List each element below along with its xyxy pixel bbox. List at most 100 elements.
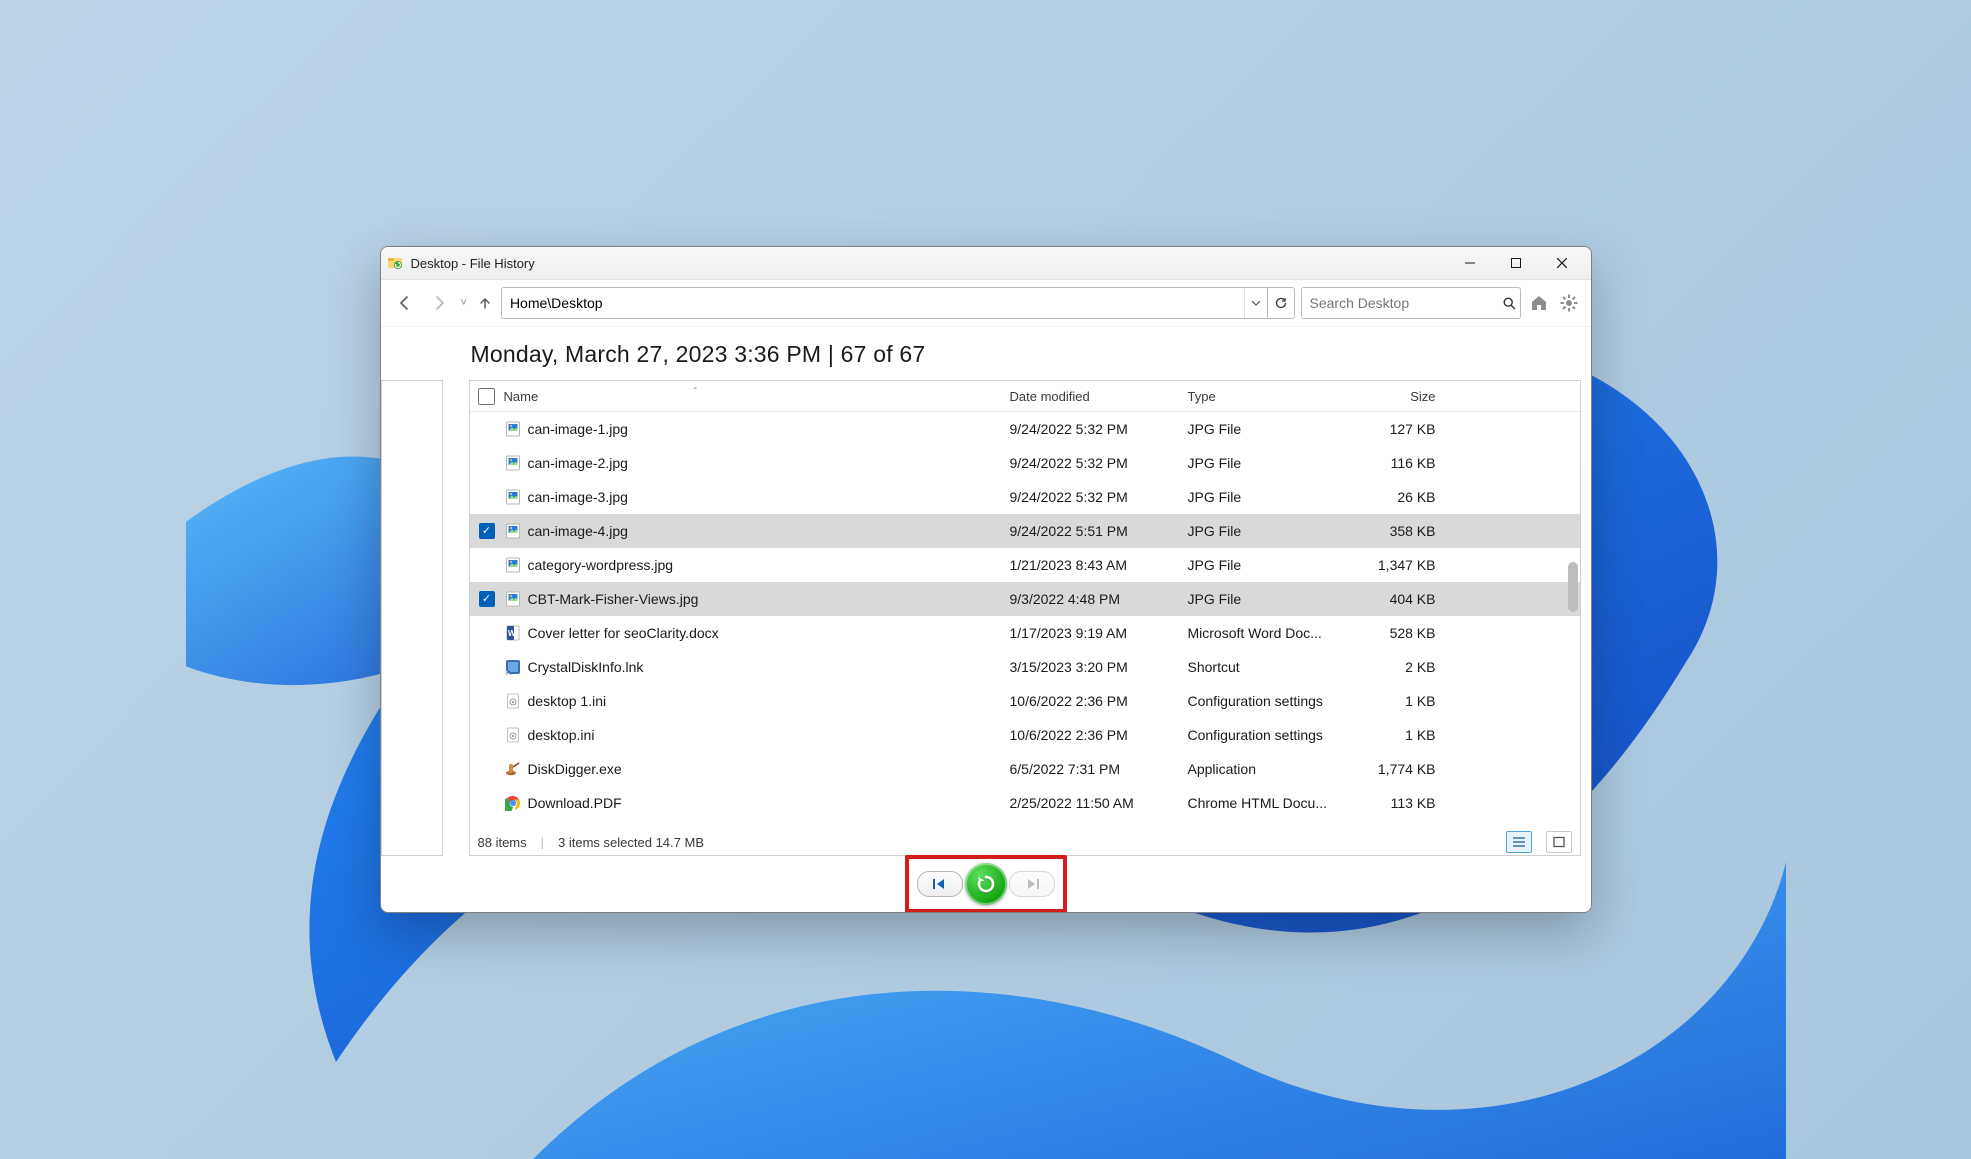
maximize-button[interactable] xyxy=(1493,247,1539,279)
file-size: 113 KB xyxy=(1336,795,1450,811)
file-row[interactable]: W Cover letter for seoClarity.docx 1/17/20… xyxy=(470,616,1580,650)
status-bar: 88 items | 3 items selected 14.7 MB xyxy=(470,829,1580,855)
title-bar[interactable]: Desktop - File History xyxy=(381,247,1591,280)
gear-icon[interactable] xyxy=(1557,291,1581,315)
refresh-button[interactable] xyxy=(1267,288,1294,318)
file-name: CBT-Mark-Fisher-Views.jpg xyxy=(528,591,699,607)
file-size: 404 KB xyxy=(1336,591,1450,607)
home-icon[interactable] xyxy=(1527,291,1551,315)
file-size: 2 KB xyxy=(1336,659,1450,675)
column-type[interactable]: Type xyxy=(1188,389,1336,404)
file-type-icon xyxy=(504,454,522,472)
file-name: Download.PDF xyxy=(528,795,622,811)
file-type: Microsoft Word Doc... xyxy=(1188,625,1336,641)
file-date: 3/15/2023 3:20 PM xyxy=(1010,659,1188,675)
status-item-count: 88 items xyxy=(478,835,527,850)
file-type: JPG File xyxy=(1188,421,1336,437)
row-checkbox[interactable] xyxy=(479,591,495,607)
column-name[interactable]: Nameˆ xyxy=(504,389,1010,404)
snapshot-timestamp: Monday, March 27, 2023 3:36 PM xyxy=(471,341,822,367)
search-icon[interactable] xyxy=(1499,297,1520,310)
file-date: 1/21/2023 8:43 AM xyxy=(1010,557,1188,573)
search-input[interactable] xyxy=(1302,288,1499,318)
file-type-icon xyxy=(504,590,522,608)
file-type: Configuration settings xyxy=(1188,727,1336,743)
details-view-button[interactable] xyxy=(1506,831,1532,853)
file-row[interactable]: desktop 1.ini 10/6/2022 2:36 PMConfigurat… xyxy=(470,684,1580,718)
column-size[interactable]: Size xyxy=(1336,389,1450,404)
file-name: DiskDigger.exe xyxy=(528,761,622,777)
file-date: 10/6/2022 2:36 PM xyxy=(1010,693,1188,709)
row-checkbox[interactable] xyxy=(479,523,495,539)
file-date: 2/25/2022 11:50 AM xyxy=(1010,795,1188,811)
file-size: 127 KB xyxy=(1336,421,1450,437)
file-row[interactable]: can-image-2.jpg9/24/2022 5:32 PMJPG File… xyxy=(470,446,1580,480)
file-size: 1,774 KB xyxy=(1336,761,1450,777)
file-type: JPG File xyxy=(1188,591,1336,607)
file-rows: can-image-1.jpg9/24/2022 5:32 PMJPG File… xyxy=(470,412,1580,829)
recent-locations-icon[interactable]: ˅ xyxy=(461,297,467,309)
file-row[interactable]: can-image-3.jpg9/24/2022 5:32 PMJPG File… xyxy=(470,480,1580,514)
file-name: can-image-4.jpg xyxy=(528,523,628,539)
file-row[interactable]: CBT-Mark-Fisher-Views.jpg9/3/2022 4:48 P… xyxy=(470,582,1580,616)
file-size: 528 KB xyxy=(1336,625,1450,641)
file-type-icon xyxy=(504,522,522,540)
select-all-checkbox[interactable] xyxy=(478,388,495,405)
navigation-toolbar: ˅ xyxy=(381,280,1591,327)
address-dropdown-icon[interactable] xyxy=(1244,288,1267,318)
up-button[interactable] xyxy=(475,289,495,317)
file-type-icon xyxy=(504,420,522,438)
file-row[interactable]: can-image-4.jpg9/24/2022 5:51 PMJPG File… xyxy=(470,514,1580,548)
file-type-icon xyxy=(504,556,522,574)
navigation-pane[interactable] xyxy=(381,380,443,856)
large-icons-view-button[interactable] xyxy=(1546,831,1572,853)
file-type: JPG File xyxy=(1188,455,1336,471)
file-type-icon xyxy=(504,726,522,744)
file-name: category-wordpress.jpg xyxy=(528,557,674,573)
file-size: 116 KB xyxy=(1336,455,1450,471)
previous-version-button[interactable] xyxy=(917,871,963,897)
file-type-icon xyxy=(504,760,522,778)
file-date: 9/24/2022 5:32 PM xyxy=(1010,489,1188,505)
file-row[interactable]: DiskDigger.exe6/5/2022 7:31 PMApplicatio… xyxy=(470,752,1580,786)
file-type-icon xyxy=(504,488,522,506)
file-size: 1 KB xyxy=(1336,727,1450,743)
file-date: 9/24/2022 5:32 PM xyxy=(1010,455,1188,471)
file-history-window: Desktop - File History ˅ Monday, March 2… xyxy=(380,246,1592,913)
address-input[interactable] xyxy=(502,288,1244,318)
file-row[interactable]: desktop.ini10/6/2022 2:36 PMConfiguratio… xyxy=(470,718,1580,752)
file-type-icon xyxy=(504,658,522,676)
restore-controls-callout xyxy=(905,855,1067,913)
window-title: Desktop - File History xyxy=(411,256,535,271)
file-row[interactable]: CrystalDiskInfo.lnk3/15/2023 3:20 PMShor… xyxy=(470,650,1580,684)
restore-button[interactable] xyxy=(965,863,1007,905)
file-type-icon: W xyxy=(504,624,522,642)
file-date: 10/6/2022 2:36 PM xyxy=(1010,727,1188,743)
file-row[interactable]: Download.PDF2/25/2022 11:50 AMChrome HTM… xyxy=(470,786,1580,820)
address-bar[interactable] xyxy=(501,287,1295,319)
column-date[interactable]: Date modified xyxy=(1010,389,1188,404)
file-type-icon xyxy=(504,692,522,710)
file-date: 9/24/2022 5:32 PM xyxy=(1010,421,1188,437)
file-row[interactable]: category-wordpress.jpg1/21/2023 8:43 AMJ… xyxy=(470,548,1580,582)
file-row[interactable]: can-image-1.jpg 9/24/2022 5:32 PMJPG File… xyxy=(470,412,1580,446)
column-headers[interactable]: Nameˆ Date modified Type Size xyxy=(470,381,1580,412)
bottom-controls xyxy=(381,856,1591,912)
close-button[interactable] xyxy=(1539,247,1585,279)
file-date: 6/5/2022 7:31 PM xyxy=(1010,761,1188,777)
back-button[interactable] xyxy=(391,289,419,317)
heading-separator: | xyxy=(821,341,840,367)
next-version-button[interactable] xyxy=(1009,871,1055,897)
file-name: Cover letter for seoClarity.docx xyxy=(528,625,719,641)
scrollbar-thumb[interactable] xyxy=(1568,562,1578,612)
file-name: desktop 1.ini xyxy=(528,693,607,709)
file-name: can-image-1.jpg xyxy=(528,421,628,437)
minimize-button[interactable] xyxy=(1447,247,1493,279)
file-date: 1/17/2023 9:19 AM xyxy=(1010,625,1188,641)
snapshot-heading: Monday, March 27, 2023 3:36 PM | 67 of 6… xyxy=(381,327,1591,380)
file-size: 26 KB xyxy=(1336,489,1450,505)
search-box[interactable] xyxy=(1301,287,1521,319)
file-type: Configuration settings xyxy=(1188,693,1336,709)
forward-button[interactable] xyxy=(425,289,453,317)
status-selection: 3 items selected 14.7 MB xyxy=(558,835,704,850)
